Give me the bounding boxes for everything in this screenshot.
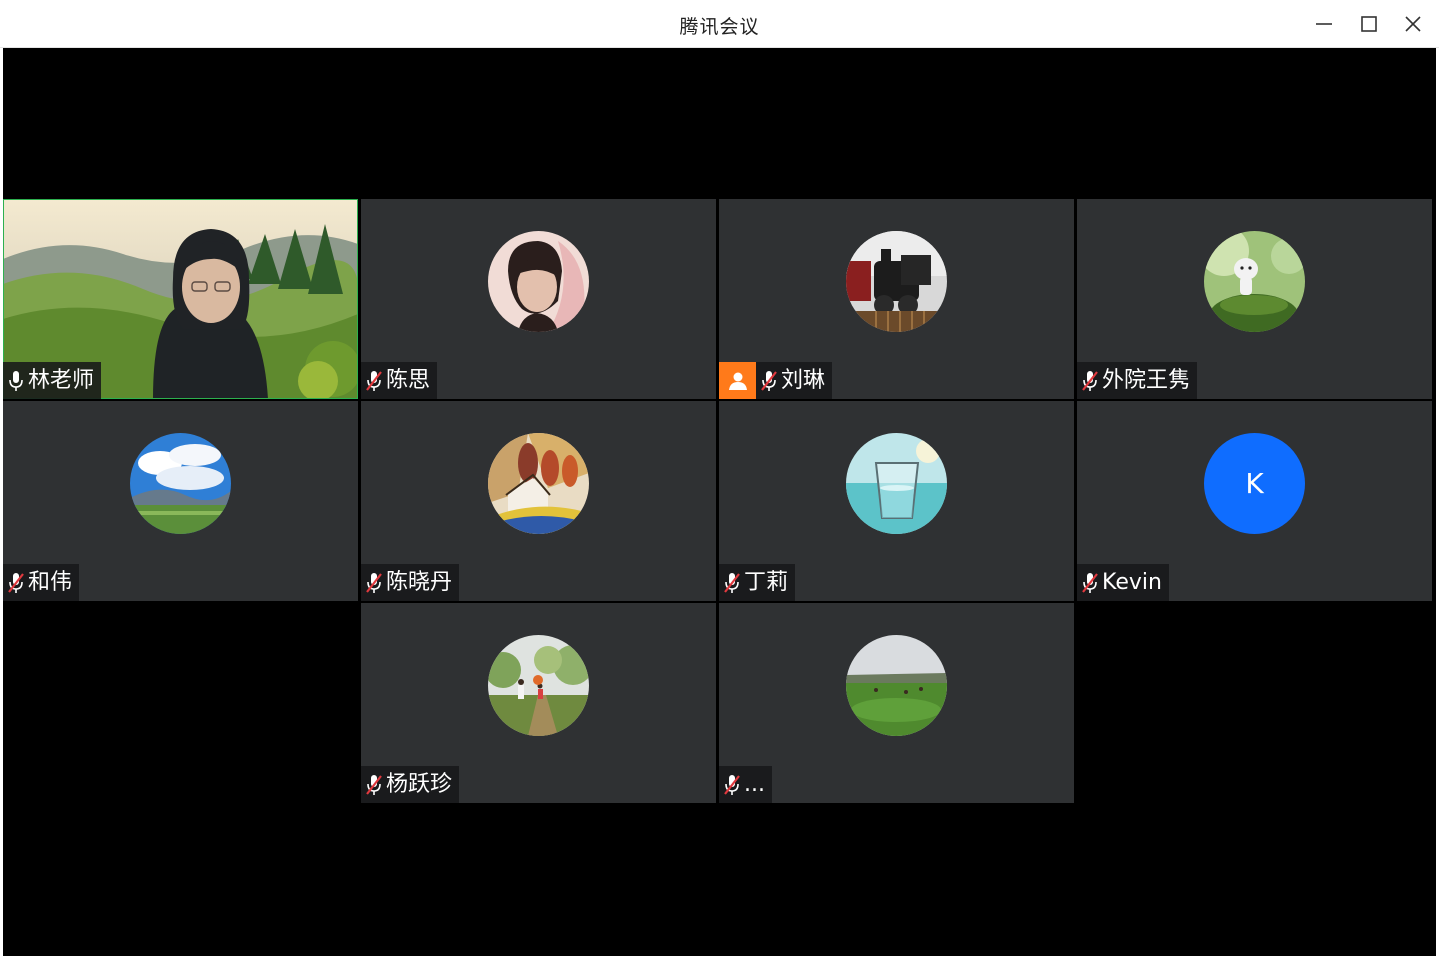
participant-name: 杨跃珍 <box>386 771 453 797</box>
participant-name-bar: 陈晓丹 <box>361 564 460 601</box>
window-title: 腾讯会议 <box>679 16 760 38</box>
participant-name: 陈思 <box>386 367 431 393</box>
participant-name: 外院王隽 <box>1102 367 1191 393</box>
participant-name-bar: Kevin <box>1077 564 1169 601</box>
muted-microphone-icon <box>1082 370 1098 391</box>
close-icon <box>1405 16 1421 32</box>
participant-name-bar: 丁莉 <box>719 564 796 601</box>
host-badge <box>719 362 756 399</box>
muted-microphone-icon <box>366 370 382 391</box>
participant-avatar <box>488 231 589 332</box>
participant-name: 陈晓丹 <box>386 569 453 595</box>
muted-microphone-icon <box>724 572 740 593</box>
muted-microphone-icon <box>1082 572 1098 593</box>
participant-name-bar: 杨跃珍 <box>361 766 460 803</box>
participant-name-bar: 刘琳 <box>756 362 833 399</box>
minimize-button[interactable] <box>1309 9 1339 39</box>
muted-microphone-icon <box>8 572 24 593</box>
muted-microphone-icon <box>724 774 740 795</box>
participant-avatar <box>846 433 947 534</box>
participant-tile[interactable]: K Kevin <box>1077 401 1432 601</box>
participant-name-bar: 外院王隽 <box>1077 362 1198 399</box>
participant-avatar <box>846 635 947 736</box>
participant-tile[interactable]: 陈晓丹 <box>361 401 716 601</box>
minimize-icon <box>1316 23 1332 25</box>
participant-name: 刘琳 <box>781 367 826 393</box>
close-button[interactable] <box>1398 9 1428 39</box>
microphone-icon <box>9 370 23 391</box>
participant-avatar <box>488 433 589 534</box>
participant-avatar <box>846 231 947 332</box>
title-bar: 腾讯会议 <box>0 0 1439 48</box>
muted-microphone-icon <box>366 774 382 795</box>
meeting-stage: 林老师 陈思 刘琳 外院王隽 和伟 陈晓丹 丁莉 K Kevin 杨跃珍 ... <box>3 48 1436 956</box>
participant-name: 和伟 <box>28 569 73 595</box>
maximize-icon <box>1361 16 1377 32</box>
muted-microphone-icon <box>761 370 777 391</box>
participant-tile[interactable]: 陈思 <box>361 199 716 399</box>
person-icon <box>728 372 747 390</box>
participant-name: ... <box>744 771 765 797</box>
muted-microphone-icon <box>366 572 382 593</box>
participant-tile[interactable]: 外院王隽 <box>1077 199 1432 399</box>
participant-tile[interactable]: 杨跃珍 <box>361 603 716 803</box>
participant-name-bar: ... <box>719 766 772 803</box>
participant-tile[interactable]: 和伟 <box>3 401 358 601</box>
participant-name: 林老师 <box>28 367 95 393</box>
participant-avatar <box>130 433 231 534</box>
participant-name-bar: 和伟 <box>3 564 80 601</box>
participant-name-bar: 林老师 <box>3 362 102 399</box>
participant-initial-avatar: K <box>1204 433 1305 534</box>
participant-tile[interactable]: ... <box>719 603 1074 803</box>
participant-name: 丁莉 <box>744 569 789 595</box>
participant-tile[interactable]: 刘琳 <box>719 199 1074 399</box>
participant-name: Kevin <box>1102 569 1162 595</box>
maximize-button[interactable] <box>1354 9 1384 39</box>
participant-name-bar: 陈思 <box>361 362 438 399</box>
participant-avatar <box>1204 231 1305 332</box>
participant-tile-video[interactable]: 林老师 <box>3 199 358 399</box>
participant-avatar <box>488 635 589 736</box>
participant-tile[interactable]: 丁莉 <box>719 401 1074 601</box>
